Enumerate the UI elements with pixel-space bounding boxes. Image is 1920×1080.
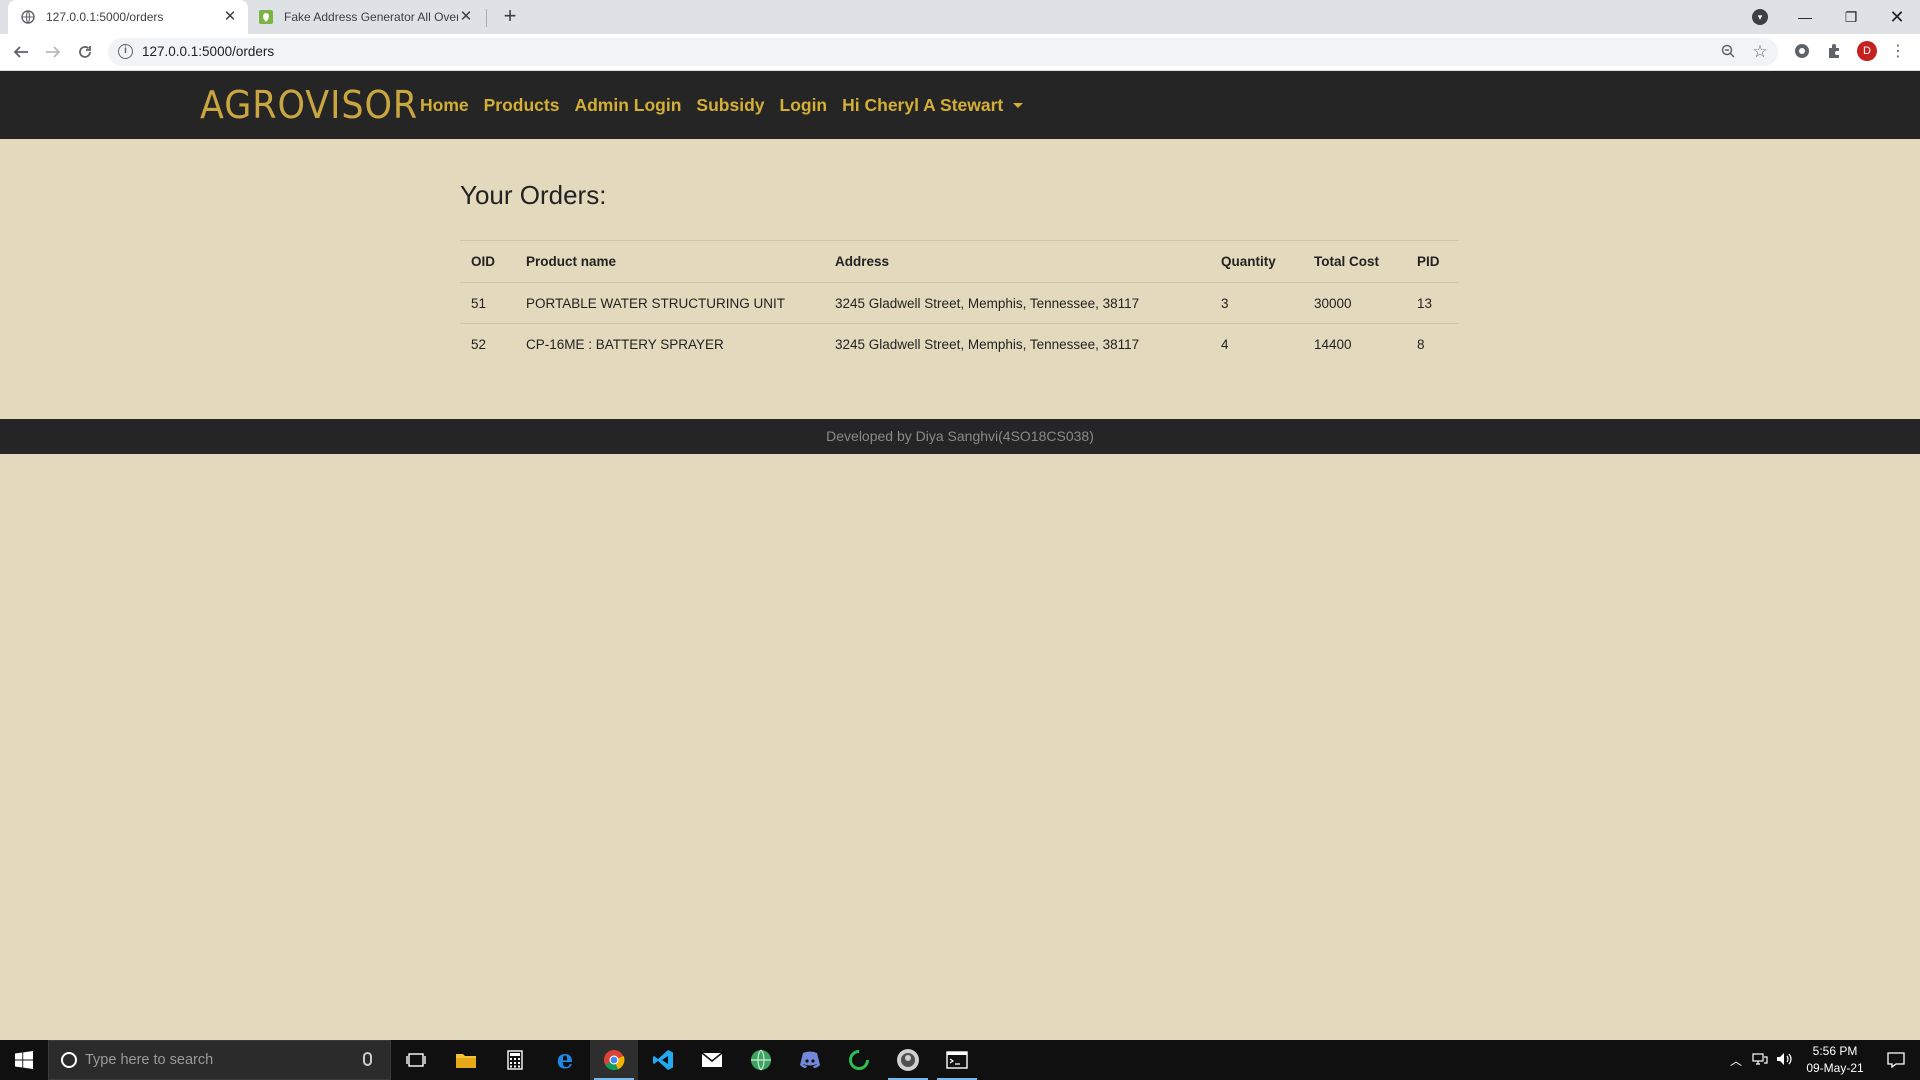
globe-app-icon[interactable] xyxy=(737,1040,785,1080)
logo-text: AGROVISOR xyxy=(200,83,419,127)
network-icon[interactable] xyxy=(1752,1052,1768,1069)
notification-center-icon[interactable] xyxy=(1872,1040,1920,1080)
vscode-icon[interactable] xyxy=(639,1040,687,1080)
cell-oid: 52 xyxy=(471,336,487,352)
tab-divider xyxy=(486,9,487,27)
browser-toolbar: i 127.0.0.1:5000/orders ☆ ⋮ xyxy=(0,34,1920,71)
chrome-browser-icon[interactable] xyxy=(590,1040,638,1080)
search-icon xyxy=(61,1052,77,1068)
cell-product-name: CP-16ME : BATTERY SPRAYER xyxy=(526,336,724,352)
tab-title: Fake Address Generator All Over xyxy=(284,10,458,24)
browser-tab-strip: 127.0.0.1:5000/orders ✕ Fake Address Gen… xyxy=(0,0,1920,34)
cell-address: 3245 Gladwell Street, Memphis, Tennessee… xyxy=(824,282,1210,324)
windows-taskbar: Type here to search e ︿ 5:56 PM 09-May-2… xyxy=(0,1040,1920,1080)
bookmark-star-icon[interactable]: ☆ xyxy=(1752,43,1768,60)
edge-browser-icon[interactable]: e xyxy=(541,1040,589,1080)
tab-fake-address[interactable]: Fake Address Generator All Over ✕ xyxy=(250,0,484,34)
arrow-left-icon xyxy=(13,46,28,58)
back-button[interactable] xyxy=(9,40,33,64)
minimize-button[interactable]: — xyxy=(1782,0,1828,34)
file-explorer-icon[interactable] xyxy=(442,1040,490,1080)
table-row: 51 PORTABLE WATER STRUCTURING UNIT 3245 … xyxy=(460,282,1459,324)
site-logo[interactable]: AGROVISOR xyxy=(200,83,437,127)
app-circle-icon[interactable] xyxy=(884,1040,932,1080)
nav-admin-login[interactable]: Admin Login xyxy=(574,95,681,116)
close-window-button[interactable]: ✕ xyxy=(1874,0,1920,34)
url-text: 127.0.0.1:5000/orders xyxy=(142,44,275,59)
nav-products[interactable]: Products xyxy=(484,95,560,116)
map-pin-icon xyxy=(258,9,274,25)
taskbar-clock[interactable]: 5:56 PM 09-May-21 xyxy=(1800,1043,1870,1077)
column-header-quantity: Quantity xyxy=(1210,240,1303,283)
table-row: 52 CP-16ME : BATTERY SPRAYER 3245 Gladwe… xyxy=(460,324,1459,365)
task-view-icon[interactable] xyxy=(392,1040,440,1080)
clock-date: 09-May-21 xyxy=(1806,1061,1864,1075)
user-menu-label: Hi Cheryl A Stewart xyxy=(842,94,1004,115)
terminal-icon[interactable] xyxy=(933,1040,981,1080)
site-navbar: AGROVISOR Home Products Admin Login Subs… xyxy=(0,71,1920,139)
user-menu-dropdown[interactable]: Hi Cheryl A Stewart xyxy=(842,94,1024,116)
loading-ring-app-icon[interactable] xyxy=(835,1040,883,1080)
calculator-icon[interactable] xyxy=(491,1040,539,1080)
cell-address: 3245 Gladwell Street, Memphis, Tennessee… xyxy=(835,336,1140,352)
clock-time: 5:56 PM xyxy=(1812,1044,1858,1058)
site-footer: Developed by Diya Sanghvi(4SO18CS038) xyxy=(0,419,1920,454)
volume-icon[interactable] xyxy=(1776,1052,1794,1069)
page-title: Your Orders: xyxy=(460,180,607,210)
cell-product-name: PORTABLE WATER STRUCTURING UNIT xyxy=(515,282,824,324)
globe-icon xyxy=(20,9,36,25)
orders-table: OID Product name Address Quantity Total … xyxy=(460,240,1459,365)
nav-login[interactable]: Login xyxy=(780,95,828,116)
cell-quantity: 3 xyxy=(1210,282,1303,324)
arrow-right-icon xyxy=(46,46,61,58)
tab-search-icon[interactable]: ▾ xyxy=(1752,9,1768,25)
address-bar[interactable]: i 127.0.0.1:5000/orders ☆ xyxy=(108,38,1778,66)
zoom-icon[interactable] xyxy=(1720,44,1736,60)
column-header-oid: OID xyxy=(460,240,515,283)
microphone-icon[interactable] xyxy=(363,1052,372,1066)
cell-pid: 8 xyxy=(1417,336,1425,352)
column-header-total-cost: Total Cost xyxy=(1303,240,1406,283)
discord-icon[interactable] xyxy=(786,1040,834,1080)
cell-total-cost: 30000 xyxy=(1303,282,1406,324)
orders-section: Your Orders: OID Product name Address Qu… xyxy=(460,180,1459,352)
mail-icon[interactable] xyxy=(688,1040,736,1080)
windows-logo-icon xyxy=(15,1051,33,1069)
footer-text: Developed by Diya Sanghvi(4SO18CS038) xyxy=(826,428,1094,444)
table-header-row: OID Product name Address Quantity Total … xyxy=(460,240,1459,283)
cell-quantity: 4 xyxy=(1221,336,1229,352)
system-tray: ︿ xyxy=(1730,1040,1794,1080)
close-icon[interactable]: ✕ xyxy=(458,9,474,25)
profile-avatar[interactable]: D xyxy=(1857,41,1877,61)
caret-down-icon xyxy=(1013,103,1024,109)
extensions-puzzle-icon[interactable] xyxy=(1825,42,1843,60)
reload-button[interactable] xyxy=(73,40,97,64)
cell-pid: 13 xyxy=(1406,282,1459,324)
start-button[interactable] xyxy=(0,1040,48,1080)
new-tab-button[interactable]: + xyxy=(498,5,522,29)
extension-globe-icon[interactable] xyxy=(1793,42,1811,60)
nav-links: Home Products Admin Login Subsidy Login … xyxy=(420,71,1038,139)
restore-button[interactable]: ❐ xyxy=(1828,0,1874,34)
nav-home[interactable]: Home xyxy=(420,95,469,116)
cell-oid: 51 xyxy=(460,282,515,324)
search-placeholder: Type here to search xyxy=(85,1052,214,1068)
cell-total-cost: 14400 xyxy=(1314,336,1352,352)
info-icon[interactable]: i xyxy=(118,44,133,59)
taskbar-search-input[interactable]: Type here to search xyxy=(48,1040,391,1080)
tab-title: 127.0.0.1:5000/orders xyxy=(46,10,164,24)
column-header-address: Address xyxy=(824,240,1210,283)
column-header-product-name: Product name xyxy=(515,240,824,283)
reload-icon xyxy=(79,46,91,58)
more-menu-icon[interactable]: ⋮ xyxy=(1889,42,1907,60)
forward-button[interactable] xyxy=(41,40,65,64)
chevron-up-icon[interactable]: ︿ xyxy=(1730,1052,1742,1069)
close-icon[interactable]: ✕ xyxy=(222,9,238,25)
nav-subsidy[interactable]: Subsidy xyxy=(696,95,764,116)
column-header-pid: PID xyxy=(1406,240,1459,283)
tab-orders[interactable]: 127.0.0.1:5000/orders ✕ xyxy=(8,0,248,34)
